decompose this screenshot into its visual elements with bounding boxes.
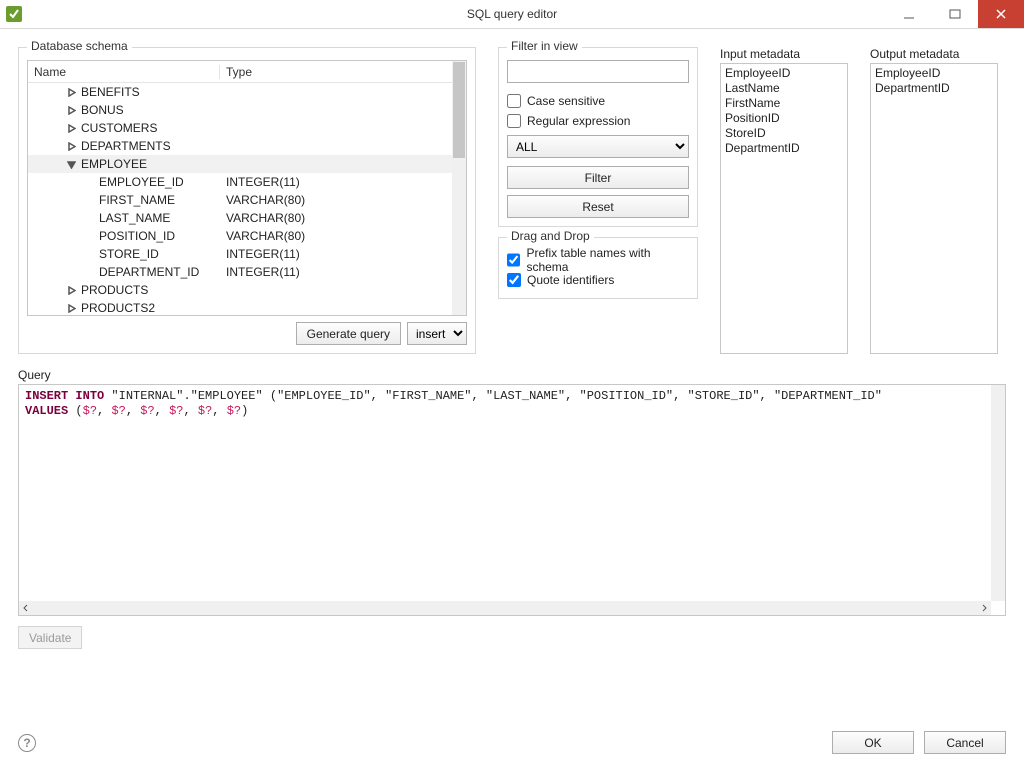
filter-button[interactable]: Filter bbox=[507, 166, 689, 189]
output-metadata-column: Output metadata EmployeeIDDepartmentID bbox=[870, 47, 998, 354]
tree-node-label: PRODUCTS bbox=[81, 283, 148, 297]
leaf-icon bbox=[84, 231, 95, 242]
quote-identifiers-label: Quote identifiers bbox=[527, 273, 614, 287]
prefix-schema-checkbox[interactable]: Prefix table names with schema bbox=[507, 250, 689, 270]
tree-row[interactable]: CUSTOMERS bbox=[28, 119, 452, 137]
tree-node-type: VARCHAR(80) bbox=[220, 193, 452, 207]
tree-row[interactable]: LAST_NAME VARCHAR(80) bbox=[28, 209, 452, 227]
case-sensitive-checkbox[interactable]: Case sensitive bbox=[507, 91, 689, 111]
schema-col-type[interactable]: Type bbox=[220, 65, 466, 79]
list-item[interactable]: DepartmentID bbox=[875, 81, 993, 96]
cancel-button[interactable]: Cancel bbox=[924, 731, 1006, 754]
tree-row[interactable]: PRODUCTS bbox=[28, 281, 452, 299]
list-item[interactable]: FirstName bbox=[725, 96, 843, 111]
query-editor[interactable]: INSERT INTO "INTERNAL"."EMPLOYEE" ("EMPL… bbox=[18, 384, 1006, 616]
input-metadata-list[interactable]: EmployeeIDLastNameFirstNamePositionIDSto… bbox=[720, 63, 848, 354]
app-icon bbox=[6, 6, 22, 22]
leaf-icon bbox=[84, 195, 95, 206]
tree-node-label: DEPARTMENTS bbox=[81, 139, 171, 153]
tree-node-label: CUSTOMERS bbox=[81, 121, 157, 135]
schema-tree[interactable]: Name Type BENEFITS BONUS CUSTOMERS DEPARTME… bbox=[27, 60, 467, 316]
tree-node-type: VARCHAR(80) bbox=[220, 229, 452, 243]
leaf-icon bbox=[84, 267, 95, 278]
case-sensitive-label: Case sensitive bbox=[527, 94, 605, 108]
tree-row[interactable]: STORE_ID INTEGER(11) bbox=[28, 245, 452, 263]
regex-label: Regular expression bbox=[527, 114, 630, 128]
schema-tree-header: Name Type bbox=[28, 61, 466, 83]
expand-icon[interactable] bbox=[66, 105, 77, 116]
database-schema-group: Database schema Name Type BENEFITSBONUSC… bbox=[18, 47, 476, 354]
expand-icon[interactable] bbox=[66, 303, 77, 314]
window-close-button[interactable] bbox=[978, 0, 1024, 28]
tree-node-label: BONUS bbox=[81, 103, 124, 117]
tree-node-label: BENEFITS bbox=[81, 85, 140, 99]
query-hscrollbar[interactable] bbox=[19, 601, 991, 615]
expand-icon[interactable] bbox=[66, 285, 77, 296]
expand-icon[interactable] bbox=[66, 123, 77, 134]
tree-row[interactable]: DEPARTMENTS bbox=[28, 137, 452, 155]
output-metadata-label: Output metadata bbox=[870, 47, 998, 61]
titlebar: SQL query editor bbox=[0, 0, 1024, 29]
filter-scope-select[interactable]: ALL bbox=[507, 135, 689, 158]
regex-checkbox[interactable]: Regular expression bbox=[507, 111, 689, 131]
tree-row[interactable]: EMPLOYEE_ID INTEGER(11) bbox=[28, 173, 452, 191]
scroll-right-icon[interactable] bbox=[977, 601, 991, 615]
leaf-icon bbox=[84, 177, 95, 188]
prefix-schema-label: Prefix table names with schema bbox=[526, 246, 689, 274]
expand-icon[interactable] bbox=[66, 87, 77, 98]
drag-drop-legend: Drag and Drop bbox=[507, 229, 594, 243]
list-item[interactable]: DepartmentID bbox=[725, 141, 843, 156]
input-metadata-label: Input metadata bbox=[720, 47, 848, 61]
list-item[interactable]: EmployeeID bbox=[875, 66, 993, 81]
tree-node-label: POSITION_ID bbox=[99, 229, 175, 243]
generate-query-button[interactable]: Generate query bbox=[296, 322, 401, 345]
filter-group: Filter in view Case sensitive Regular ex… bbox=[498, 47, 698, 227]
list-item[interactable]: EmployeeID bbox=[725, 66, 843, 81]
tree-node-label: EMPLOYEE bbox=[81, 157, 147, 171]
window-title: SQL query editor bbox=[0, 7, 1024, 21]
window-maximize-button[interactable] bbox=[932, 0, 978, 28]
window-minimize-button[interactable] bbox=[886, 0, 932, 28]
schema-scrollbar[interactable] bbox=[452, 61, 466, 315]
tree-node-type: VARCHAR(80) bbox=[220, 211, 452, 225]
leaf-icon bbox=[84, 249, 95, 260]
tree-row[interactable]: POSITION_ID VARCHAR(80) bbox=[28, 227, 452, 245]
tree-node-label: PRODUCTS2 bbox=[81, 301, 155, 315]
tree-node-label: STORE_ID bbox=[99, 247, 159, 261]
collapse-icon[interactable] bbox=[66, 159, 77, 170]
filter-legend: Filter in view bbox=[507, 39, 582, 53]
query-label: Query bbox=[18, 368, 1006, 382]
output-metadata-list[interactable]: EmployeeIDDepartmentID bbox=[870, 63, 998, 354]
tree-row[interactable]: EMPLOYEE bbox=[28, 155, 452, 173]
tree-row[interactable]: DEPARTMENT_ID INTEGER(11) bbox=[28, 263, 452, 281]
scroll-left-icon[interactable] bbox=[19, 601, 33, 615]
tree-node-label: LAST_NAME bbox=[99, 211, 170, 225]
tree-row[interactable]: BONUS bbox=[28, 101, 452, 119]
input-metadata-column: Input metadata EmployeeIDLastNameFirstNa… bbox=[720, 47, 848, 354]
validate-button[interactable]: Validate bbox=[18, 626, 82, 649]
tree-node-type: INTEGER(11) bbox=[220, 175, 452, 189]
list-item[interactable]: LastName bbox=[725, 81, 843, 96]
tree-node-label: EMPLOYEE_ID bbox=[99, 175, 184, 189]
help-icon[interactable]: ? bbox=[18, 734, 36, 752]
tree-node-label: DEPARTMENT_ID bbox=[99, 265, 199, 279]
reset-button[interactable]: Reset bbox=[507, 195, 689, 218]
list-item[interactable]: StoreID bbox=[725, 126, 843, 141]
leaf-icon bbox=[84, 213, 95, 224]
tree-node-type: INTEGER(11) bbox=[220, 265, 452, 279]
query-mode-select[interactable]: insert bbox=[407, 322, 467, 345]
tree-node-type: INTEGER(11) bbox=[220, 247, 452, 261]
tree-row[interactable]: FIRST_NAME VARCHAR(80) bbox=[28, 191, 452, 209]
schema-col-name[interactable]: Name bbox=[28, 65, 220, 79]
list-item[interactable]: PositionID bbox=[725, 111, 843, 126]
expand-icon[interactable] bbox=[66, 141, 77, 152]
tree-row[interactable]: PRODUCTS2 bbox=[28, 299, 452, 315]
ok-button[interactable]: OK bbox=[832, 731, 914, 754]
tree-row[interactable]: BENEFITS bbox=[28, 83, 452, 101]
query-vscrollbar[interactable] bbox=[991, 385, 1005, 601]
database-schema-legend: Database schema bbox=[27, 39, 132, 53]
filter-input[interactable] bbox=[507, 60, 689, 83]
tree-node-label: FIRST_NAME bbox=[99, 193, 175, 207]
drag-drop-group: Drag and Drop Prefix table names with sc… bbox=[498, 237, 698, 299]
